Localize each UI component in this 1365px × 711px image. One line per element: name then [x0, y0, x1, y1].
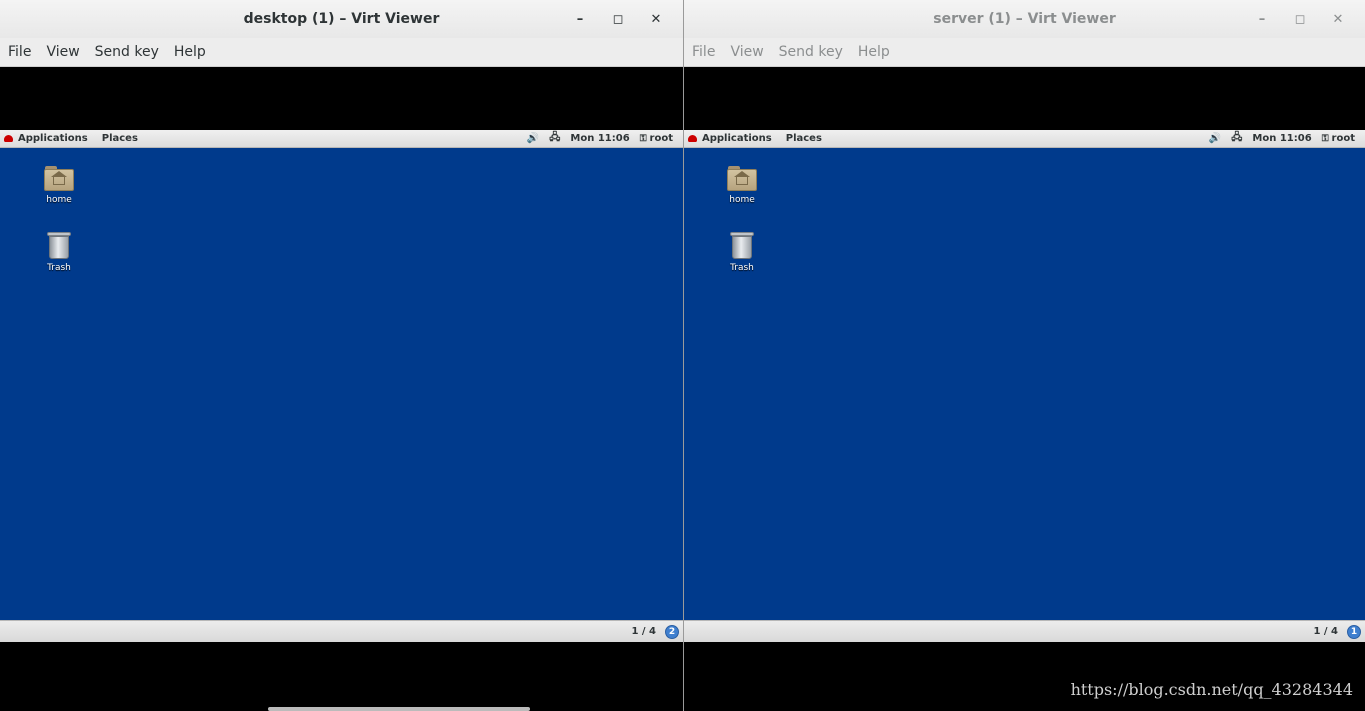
menu-view[interactable]: View	[725, 44, 771, 60]
menubar: File View Send key Help	[684, 38, 1365, 67]
trash-icon	[729, 230, 755, 260]
clock[interactable]: Mon 11:06	[1252, 133, 1311, 144]
desktop-icon-trash[interactable]: Trash	[35, 230, 83, 273]
notification-badge[interactable]: 1	[1347, 624, 1361, 639]
virt-viewer-window-desktop[interactable]: desktop (1) – Virt Viewer – ◻ ✕ File Vie…	[0, 0, 683, 711]
gnome-top-panel: Applications Places 🔊 🖧 Mon 11:06 ⚿ root	[684, 130, 1365, 148]
user-name: root	[1331, 133, 1355, 144]
trash-icon	[46, 230, 72, 260]
gnome-bottom-panel: 1 / 4 2	[0, 620, 683, 642]
menubar: File View Send key Help	[0, 38, 683, 67]
network-icon[interactable]: 🖧	[549, 130, 560, 147]
desktop-icon-label: Trash	[730, 263, 754, 273]
user-menu[interactable]: ⚿ root	[640, 133, 673, 144]
redhat-logo-icon	[4, 135, 13, 142]
desktop-icon-label: home	[46, 195, 72, 205]
user-key-icon: ⚿	[639, 133, 647, 144]
guest-display-letterbox-top	[0, 67, 683, 130]
gnome-bottom-panel: 1 / 4 1	[684, 620, 1365, 642]
desktop-icon-home[interactable]: home	[718, 164, 766, 205]
menu-file[interactable]: File	[687, 44, 723, 60]
titlebar[interactable]: desktop (1) – Virt Viewer – ◻ ✕	[0, 0, 683, 38]
user-key-icon: ⚿	[1321, 133, 1329, 144]
menu-help[interactable]: Help	[169, 44, 214, 60]
virt-viewer-window-server[interactable]: server (1) – Virt Viewer – ◻ ✕ File View…	[684, 0, 1365, 711]
user-menu[interactable]: ⚿ root	[1322, 133, 1355, 144]
desktop-icon-trash[interactable]: Trash	[718, 230, 766, 273]
window-controls: – ◻ ✕	[561, 0, 675, 38]
minimize-button[interactable]: –	[561, 0, 599, 38]
guest-display-letterbox-bottom	[0, 642, 683, 706]
menu-view[interactable]: View	[41, 44, 87, 60]
home-folder-icon	[727, 166, 757, 192]
horizontal-scrollbar[interactable]	[268, 707, 530, 711]
clock[interactable]: Mon 11:06	[570, 133, 629, 144]
places-menu[interactable]: Places	[786, 133, 822, 144]
window-controls: – ◻ ✕	[1243, 0, 1357, 38]
minimize-button[interactable]: –	[1243, 0, 1281, 38]
workspace-switcher[interactable]: 1 / 4	[631, 626, 656, 637]
volume-icon[interactable]: 🔊	[527, 133, 539, 144]
guest-desktop[interactable]: home Trash	[684, 148, 1365, 620]
menu-help[interactable]: Help	[853, 44, 898, 60]
close-button[interactable]: ✕	[637, 0, 675, 38]
close-button[interactable]: ✕	[1319, 0, 1357, 38]
places-menu[interactable]: Places	[102, 133, 138, 144]
volume-icon[interactable]: 🔊	[1209, 133, 1221, 144]
workspace-switcher[interactable]: 1 / 4	[1313, 626, 1338, 637]
menu-file[interactable]: File	[3, 44, 39, 60]
network-icon[interactable]: 🖧	[1231, 130, 1242, 147]
menu-send-key[interactable]: Send key	[774, 44, 851, 60]
system-tray: 🔊 🖧 Mon 11:06 ⚿ root	[527, 130, 683, 147]
desktop-icon-label: home	[729, 195, 755, 205]
redhat-logo-icon	[688, 135, 697, 142]
window-title: desktop (1) – Virt Viewer	[243, 11, 440, 27]
applications-menu[interactable]: Applications	[18, 133, 88, 144]
menu-send-key[interactable]: Send key	[90, 44, 167, 60]
gnome-top-panel: Applications Places 🔊 🖧 Mon 11:06 ⚿ root	[0, 130, 683, 148]
titlebar[interactable]: server (1) – Virt Viewer – ◻ ✕	[684, 0, 1365, 38]
maximize-button[interactable]: ◻	[599, 0, 637, 38]
system-tray: 🔊 🖧 Mon 11:06 ⚿ root	[1209, 130, 1365, 147]
desktop-icon-home[interactable]: home	[35, 164, 83, 205]
guest-display-letterbox-top	[684, 67, 1365, 130]
applications-menu[interactable]: Applications	[702, 133, 772, 144]
watermark-url: https://blog.csdn.net/qq_43284344	[1070, 680, 1353, 699]
notification-badge[interactable]: 2	[665, 624, 679, 639]
desktop-icon-label: Trash	[47, 263, 71, 273]
guest-desktop[interactable]: home Trash	[0, 148, 683, 620]
user-name: root	[649, 133, 673, 144]
home-folder-icon	[44, 166, 74, 192]
window-title: server (1) – Virt Viewer	[933, 11, 1116, 27]
maximize-button[interactable]: ◻	[1281, 0, 1319, 38]
